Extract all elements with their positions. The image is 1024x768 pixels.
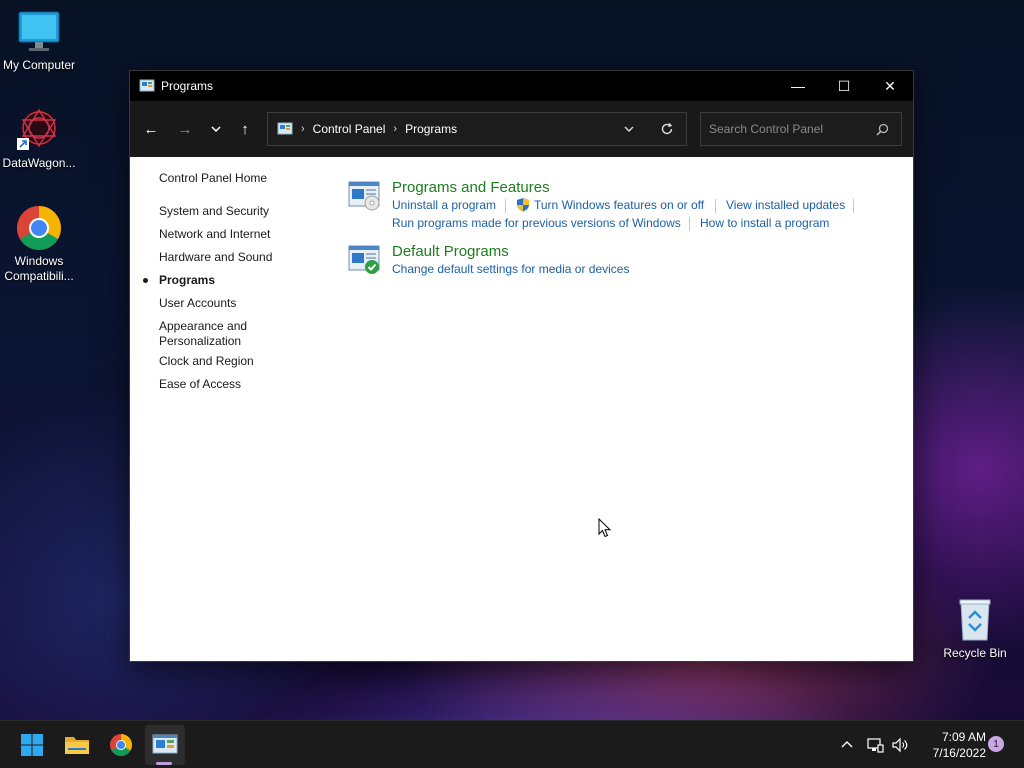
volume-button[interactable] [891,721,909,768]
desktop-icon-label: My Computer [2,58,76,72]
run-older-programs-link[interactable]: Run programs made for previous versions … [392,216,681,230]
nav-label-line: Personalization [159,334,242,348]
how-to-install-link[interactable]: How to install a program [700,216,829,230]
link-divider [505,199,506,213]
file-explorer-button[interactable] [57,725,97,765]
chrome-icon [110,734,132,756]
link-divider [715,199,716,213]
title-bar[interactable]: Programs — ☐ ✕ [130,71,913,101]
datawagon-icon [15,106,63,154]
desktop-icon-my-computer[interactable]: My Computer [0,8,79,73]
refresh-button[interactable] [660,122,674,139]
control-panel-icon [152,734,178,754]
start-icon [21,734,43,756]
desktop-icon-recycle-bin[interactable]: Recycle Bin [935,596,1015,661]
up-button[interactable]: ↑ [233,117,257,141]
clock[interactable]: 7:09 AM 7/16/2022 [912,729,986,761]
refresh-icon [661,123,673,135]
search-icon[interactable] [876,123,889,141]
default-programs-link[interactable]: Default Programs [392,243,509,260]
nav-network-and-internet[interactable]: Network and Internet [159,227,270,242]
breadcrumb-programs[interactable]: Programs [405,122,457,136]
mouse-cursor-icon [598,517,612,543]
active-app-indicator [156,762,172,765]
recycle-bin-icon [951,596,999,644]
window-title: Programs [161,79,214,93]
chevron-down-icon [211,126,221,133]
desktop-icon-datawagon[interactable]: DataWagon... [0,106,79,171]
nav-programs[interactable]: Programs [143,273,216,288]
control-panel-icon [277,121,293,137]
desktop-icon-label: Recycle Bin [943,646,1007,660]
turn-windows-features-link[interactable]: Turn Windows features on or off [534,198,704,212]
clock-date: 7/16/2022 [932,746,986,760]
nav-label-line: Appearance and [159,319,248,333]
programs-features-icon [348,181,382,211]
change-default-settings-link[interactable]: Change default settings for media or dev… [392,262,629,276]
control-panel-taskbar-button[interactable] [145,725,185,765]
forward-button[interactable]: → [173,117,197,141]
address-bar: ← → ↑ › Control Panel › Programs [130,101,913,157]
chevron-up-icon [841,741,853,748]
content-area: Control Panel Home System and Security N… [130,157,913,661]
uninstall-program-link[interactable]: Uninstall a program [392,198,496,212]
uac-shield-icon [516,197,530,217]
chrome-taskbar-button[interactable] [101,725,141,765]
current-page-bullet-icon [143,278,148,283]
search-input[interactable] [709,122,869,136]
desktop-icon-windows-compatibility[interactable]: Windows Compatibili... [0,204,79,284]
show-hidden-icons-button[interactable] [839,721,855,768]
nav-system-and-security[interactable]: System and Security [159,204,269,219]
search-box[interactable] [700,112,902,146]
view-installed-updates-link[interactable]: View installed updates [726,198,845,212]
minimize-button[interactable]: — [775,71,821,101]
breadcrumb-separator-icon: › [301,123,305,135]
link-divider [689,217,690,231]
start-button[interactable] [12,725,52,765]
desktop-icon-label: DataWagon... [2,156,76,170]
maximize-button[interactable]: ☐ [821,71,867,101]
nav-hardware-and-sound[interactable]: Hardware and Sound [159,250,272,265]
breadcrumb-separator-icon: › [393,123,398,135]
nav-ease-of-access[interactable]: Ease of Access [159,377,241,392]
breadcrumb[interactable]: › Control Panel › Programs [267,112,687,146]
control-panel-window: Programs — ☐ ✕ ← → ↑ › Control Panel › P… [129,70,914,662]
control-panel-icon [139,78,155,94]
address-dropdown-button[interactable] [623,123,635,138]
default-programs-icon [348,245,382,275]
nav-control-panel-home[interactable]: Control Panel Home [159,171,267,186]
chevron-down-icon [624,126,634,132]
nav-programs-label: Programs [159,273,216,287]
notification-badge[interactable]: 1 [988,736,1004,752]
network-button[interactable] [866,721,884,768]
nav-user-accounts[interactable]: User Accounts [159,296,236,311]
link-divider [853,199,854,213]
speaker-icon [892,737,908,753]
nav-clock-and-region[interactable]: Clock and Region [159,354,254,369]
desktop-icon-label: Windows Compatibili... [4,254,74,283]
network-icon [867,738,884,753]
nav-appearance-and-personalization[interactable]: Appearance and Personalization [159,319,247,349]
computer-icon [15,8,63,56]
file-explorer-icon [65,737,89,754]
back-button[interactable]: ← [139,117,163,141]
recent-locations-button[interactable] [204,117,228,141]
breadcrumb-control-panel[interactable]: Control Panel [313,122,386,136]
clock-time: 7:09 AM [941,730,986,744]
chrome-icon [15,204,63,252]
programs-and-features-link[interactable]: Programs and Features [392,179,550,196]
close-button[interactable]: ✕ [867,71,913,101]
taskbar: 7:09 AM 7/16/2022 [0,720,1024,768]
